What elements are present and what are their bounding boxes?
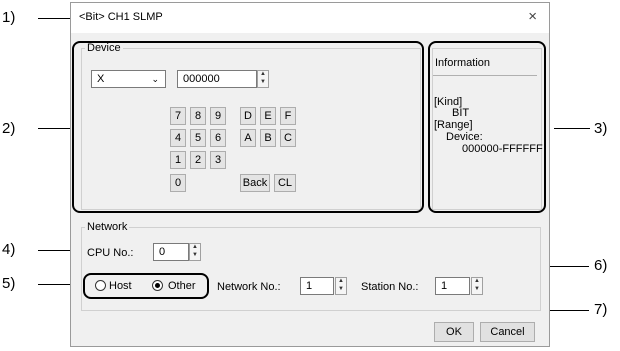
device-type-dropdown[interactable]: X ⌄: [91, 70, 166, 88]
station-no-value: 1: [441, 280, 448, 292]
cpu-no-label: CPU No.:: [87, 247, 134, 259]
device-address-input[interactable]: 000000: [177, 70, 257, 88]
key-9[interactable]: 9: [210, 107, 226, 125]
ok-button[interactable]: OK: [434, 322, 474, 342]
info-device-label: Device:: [446, 131, 483, 143]
spin-down-icon: ▼: [192, 252, 198, 258]
key-2[interactable]: 2: [190, 151, 206, 169]
cancel-button[interactable]: Cancel: [480, 322, 535, 342]
close-icon[interactable]: ×: [528, 8, 537, 25]
info-kind-value: BIT: [452, 107, 470, 119]
key-7[interactable]: 7: [170, 107, 186, 125]
callout-1: 1): [2, 9, 16, 26]
cpu-no-value: 0: [159, 246, 166, 258]
spin-down-icon: ▼: [260, 79, 266, 85]
callout-6: 6): [594, 257, 608, 274]
spin-down-icon: ▼: [338, 286, 344, 292]
key-6[interactable]: 6: [210, 129, 226, 147]
device-type-value: X: [97, 73, 105, 85]
key-f[interactable]: F: [280, 107, 296, 125]
cpu-no-input[interactable]: 0: [153, 243, 189, 261]
other-label: Other: [168, 280, 196, 292]
spin-up-icon: ▲: [338, 278, 344, 284]
spin-up-icon: ▲: [474, 278, 480, 284]
device-address-value: 000000: [183, 73, 220, 85]
callout-1-line: [38, 18, 72, 19]
network-no-label: Network No.:: [217, 281, 281, 293]
key-d[interactable]: D: [240, 107, 256, 125]
key-b[interactable]: B: [260, 129, 276, 147]
network-no-input[interactable]: 1: [300, 277, 334, 295]
key-3[interactable]: 3: [210, 151, 226, 169]
network-no-value: 1: [306, 280, 313, 292]
key-a[interactable]: A: [240, 129, 256, 147]
network-no-spinner[interactable]: ▲ ▼: [335, 277, 347, 295]
callout-2: 2): [2, 120, 16, 137]
key-4[interactable]: 4: [170, 129, 186, 147]
callout-3-line: [554, 128, 590, 129]
spin-up-icon: ▲: [192, 244, 198, 250]
host-radio[interactable]: [95, 280, 106, 291]
key-5[interactable]: 5: [190, 129, 206, 147]
callout-3: 3): [594, 120, 608, 137]
callout-4: 4): [2, 241, 16, 258]
network-group-label: Network: [85, 221, 130, 233]
information-divider: [433, 75, 537, 76]
key-0[interactable]: 0: [170, 174, 186, 192]
key-e[interactable]: E: [260, 107, 276, 125]
device-address-spinner[interactable]: ▲ ▼: [257, 70, 269, 88]
spin-up-icon: ▲: [260, 71, 266, 77]
callout-2-line: [38, 128, 74, 129]
info-range-value: 000000-FFFFFF: [462, 143, 543, 155]
station-no-spinner[interactable]: ▲ ▼: [471, 277, 483, 295]
chevron-down-icon: ⌄: [151, 74, 159, 84]
station-no-input[interactable]: 1: [435, 277, 470, 295]
key-8[interactable]: 8: [190, 107, 206, 125]
host-label: Host: [109, 280, 132, 292]
station-no-label: Station No.:: [361, 281, 419, 293]
dialog-title: <Bit> CH1 SLMP: [79, 11, 163, 23]
information-title: Information: [435, 57, 491, 69]
key-c[interactable]: C: [280, 129, 296, 147]
callout-5: 5): [2, 275, 16, 292]
info-range-label: [Range]: [434, 119, 473, 131]
callout-7: 7): [594, 301, 608, 318]
title-bar: <Bit> CH1 SLMP ×: [71, 3, 549, 33]
cpu-no-spinner[interactable]: ▲ ▼: [189, 243, 201, 261]
spin-down-icon: ▼: [474, 286, 480, 292]
key-1[interactable]: 1: [170, 151, 186, 169]
key-back[interactable]: Back: [240, 174, 270, 192]
key-clear[interactable]: CL: [274, 174, 296, 192]
other-radio[interactable]: [152, 280, 163, 291]
dialog-window: <Bit> CH1 SLMP × Device X ⌄ 000000 ▲ ▼ 7…: [70, 2, 550, 347]
